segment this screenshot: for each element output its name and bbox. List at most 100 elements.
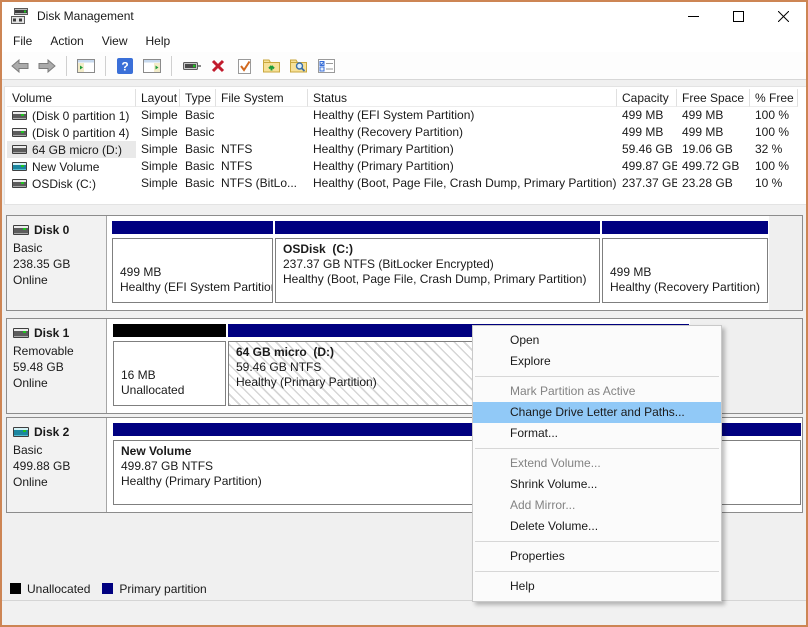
show-console-tree-icon[interactable]: [76, 56, 96, 76]
explore-folder-icon[interactable]: [289, 56, 309, 76]
close-button[interactable]: [761, 2, 806, 30]
volume-type: Basic: [185, 176, 215, 190]
volume-row[interactable]: (Disk 0 partition 4) Simple Basic Health…: [7, 124, 798, 141]
menu-item-help[interactable]: Help: [473, 576, 721, 597]
volume-layout: Simple: [141, 159, 178, 173]
open-folder-icon[interactable]: [262, 56, 282, 76]
volume-type: Basic: [185, 125, 215, 139]
volume-fs: NTFS: [221, 159, 253, 173]
mark-active-check-icon[interactable]: [235, 56, 255, 76]
legend-label-primary-partition: Primary partition: [119, 581, 207, 596]
volume-drive-icon: [12, 128, 27, 137]
volume-fs: NTFS (BitLo...: [221, 176, 298, 190]
forward-icon[interactable]: [37, 56, 57, 76]
menu-item-format[interactable]: Format...: [473, 423, 721, 444]
column-header-volume[interactable]: Volume: [7, 89, 136, 107]
disk-device-icon[interactable]: [181, 56, 201, 76]
partition-color-bar: [112, 221, 273, 234]
menu-bar: File Action View Help: [2, 30, 806, 52]
volume-capacity: 237.37 GB: [622, 176, 677, 190]
status-bar: [2, 600, 806, 625]
volume-status: Healthy (Primary Partition): [313, 142, 454, 156]
column-header-pct-free[interactable]: % Free: [750, 89, 798, 107]
volume-table-header: Volume Layout Type File System Status Ca…: [7, 89, 798, 107]
minimize-button[interactable]: [671, 2, 716, 30]
volume-status: Healthy (Boot, Page File, Crash Dump, Pr…: [313, 176, 617, 190]
menu-item-open[interactable]: Open: [473, 330, 721, 351]
volume-type: Basic: [185, 142, 215, 156]
volume-fs: [216, 124, 308, 141]
partition-status: Healthy (Recovery Partition): [610, 280, 761, 294]
menu-item-properties[interactable]: Properties: [473, 546, 721, 567]
volume-pct-free: 100 %: [755, 125, 790, 139]
partition-efi-system[interactable]: 499 MB Healthy (EFI System Partition): [112, 216, 273, 310]
menu-file[interactable]: File: [4, 31, 41, 51]
volume-pct-free: 100 %: [755, 159, 790, 173]
disk-management-app-icon: [11, 8, 29, 24]
volume-status: Healthy (Primary Partition): [313, 159, 454, 173]
disk-1-header[interactable]: Disk 1 Removable 59.48 GB Online: [7, 319, 107, 413]
disk-icon: [13, 225, 29, 235]
column-header-type[interactable]: Type: [180, 89, 216, 107]
disk-0-header[interactable]: Disk 0 Basic 238.35 GB Online: [7, 216, 107, 310]
help-icon[interactable]: ?: [115, 56, 135, 76]
properties-list-icon[interactable]: [316, 56, 336, 76]
volume-fs: NTFS: [221, 142, 253, 156]
volume-row[interactable]: New Volume Simple Basic NTFS Healthy (Pr…: [7, 158, 798, 175]
volume-row-selected[interactable]: 64 GB micro (D:) Simple Basic NTFS Healt…: [7, 141, 798, 158]
disk-size: 499.88 GB: [13, 459, 71, 473]
legend-swatch-primary-partition: [102, 583, 114, 594]
partition-context-menu: Open Explore Mark Partition as Active Ch…: [472, 325, 722, 602]
menu-item-explore[interactable]: Explore: [473, 351, 721, 372]
disk-2-header[interactable]: Disk 2 Basic 499.88 GB Online: [7, 418, 107, 512]
disk-type: Basic: [13, 443, 43, 457]
volume-capacity: 499 MB: [622, 125, 664, 139]
partition-status: Unallocated: [121, 383, 185, 397]
maximize-button[interactable]: [716, 2, 761, 30]
volume-free-space: 19.06 GB: [682, 142, 733, 156]
partition-name: OSDisk (C:): [283, 242, 354, 256]
toolbar: ?: [2, 52, 806, 80]
menu-item-delete-volume[interactable]: Delete Volume...: [473, 516, 721, 537]
column-header-free-space[interactable]: Free Space: [677, 89, 750, 107]
toolbar-separator: [66, 55, 67, 76]
menu-item-change-drive-letter-and-paths[interactable]: Change Drive Letter and Paths...: [473, 402, 721, 423]
partition-osdisk-c[interactable]: OSDisk (C:) 237.37 GB NTFS (BitLocker En…: [275, 216, 600, 310]
column-header-file-system[interactable]: File System: [216, 89, 308, 107]
volume-capacity: 499.87 GB: [622, 159, 677, 173]
partition-status: Healthy (EFI System Partition): [120, 280, 273, 294]
column-header-layout[interactable]: Layout: [136, 89, 180, 107]
volume-free-space: 499 MB: [682, 108, 724, 122]
disk-size: 59.48 GB: [13, 360, 64, 374]
show-action-pane-icon[interactable]: [142, 56, 162, 76]
menu-help[interactable]: Help: [137, 31, 180, 51]
volume-status: Healthy (EFI System Partition): [313, 108, 475, 122]
volume-list-pane: Volume Layout Type File System Status Ca…: [4, 86, 806, 205]
menu-view[interactable]: View: [93, 31, 137, 51]
column-header-capacity[interactable]: Capacity: [617, 89, 677, 107]
volume-type: Basic: [185, 108, 215, 122]
delete-volume-icon[interactable]: [208, 56, 228, 76]
partition-status: Healthy (Boot, Page File, Crash Dump, Pr…: [283, 272, 587, 286]
disk-name: Disk 0: [34, 223, 70, 237]
menu-item-extend-volume: Extend Volume...: [510, 456, 601, 470]
legend-label-unallocated: Unallocated: [27, 581, 91, 596]
partition-recovery[interactable]: 499 MB Healthy (Recovery Partition): [602, 216, 768, 310]
volume-row[interactable]: OSDisk (C:) Simple Basic NTFS (BitLo... …: [7, 175, 798, 192]
partition-size: 16 MB: [121, 368, 156, 382]
volume-name: 64 GB micro (D:): [32, 142, 123, 157]
volume-capacity: 499 MB: [622, 108, 664, 122]
volume-row[interactable]: (Disk 0 partition 1) Simple Basic Health…: [7, 107, 798, 124]
menu-item-shrink-volume[interactable]: Shrink Volume...: [473, 474, 721, 495]
legend-swatch-unallocated: [10, 583, 21, 594]
partition-unallocated[interactable]: 16 MB Unallocated: [113, 319, 226, 413]
column-header-status[interactable]: Status: [308, 89, 617, 107]
menu-action[interactable]: Action: [41, 31, 92, 51]
disk-row-filler: [769, 216, 802, 310]
volume-drive-icon: [12, 179, 27, 188]
volume-free-space: 499.72 GB: [682, 159, 740, 173]
volume-name: (Disk 0 partition 4): [32, 125, 130, 140]
disk-icon: [13, 427, 29, 437]
disk-status: Online: [13, 273, 48, 287]
back-icon[interactable]: [10, 56, 30, 76]
